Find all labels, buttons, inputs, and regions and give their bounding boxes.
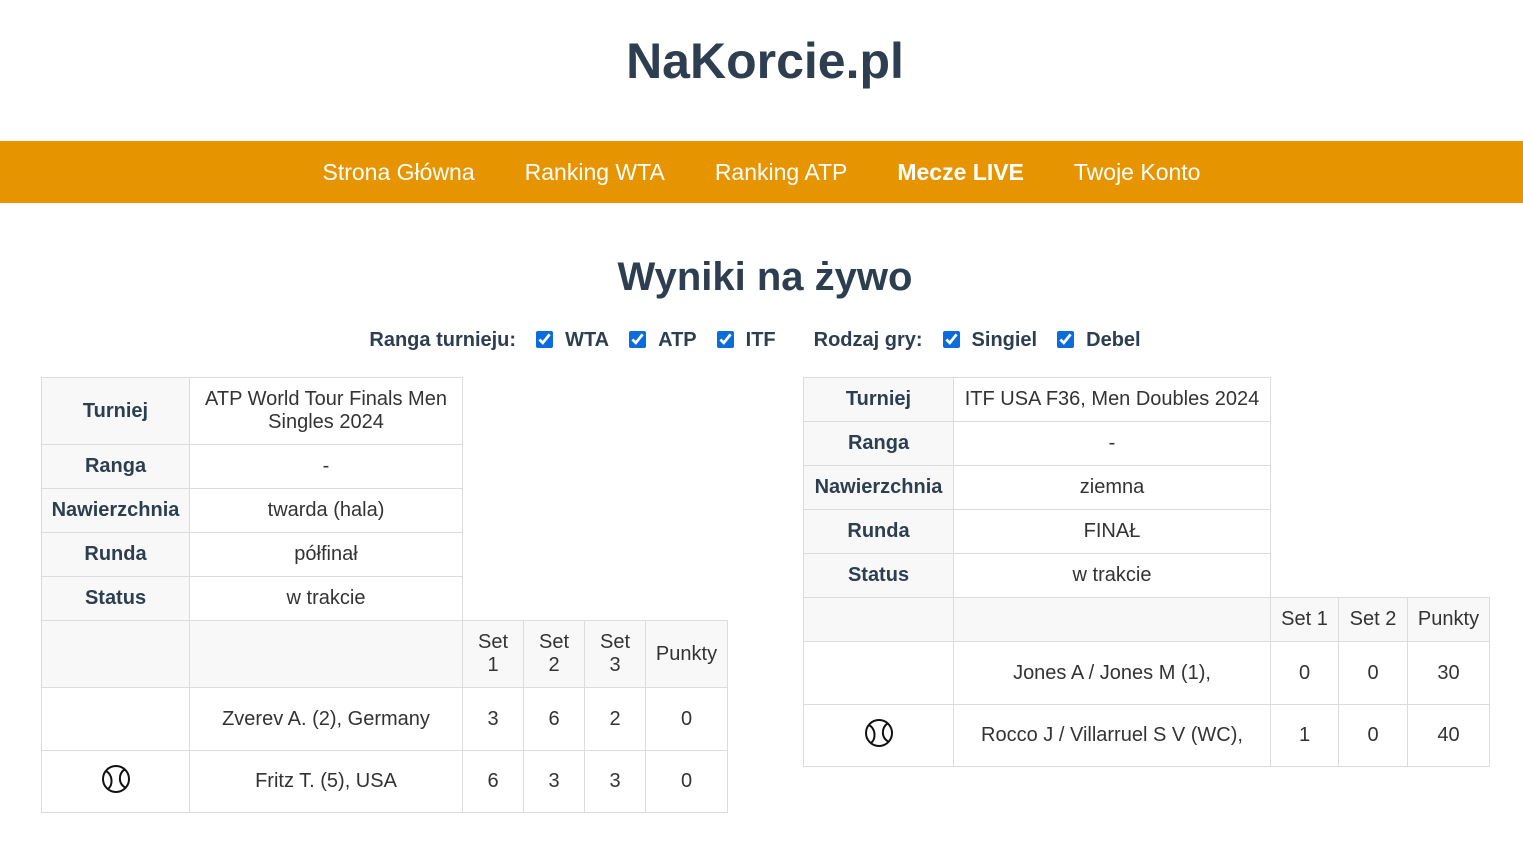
filter-itf-checkbox[interactable] bbox=[716, 330, 734, 348]
tennis-ball-icon bbox=[864, 718, 894, 754]
rank-label: Ranga bbox=[803, 421, 954, 466]
set-score: 3 bbox=[584, 750, 646, 813]
serve-column-header bbox=[803, 597, 954, 642]
filter-atp-checkbox[interactable] bbox=[629, 330, 647, 348]
filter-wta-checkbox[interactable] bbox=[536, 330, 554, 348]
nav-ranking-atp[interactable]: Ranking ATP bbox=[715, 159, 848, 186]
set-score: 0 bbox=[1270, 641, 1339, 705]
set2-header: Set 2 bbox=[523, 620, 585, 688]
filter-doubles-label: Debel bbox=[1086, 328, 1141, 351]
nav-live-matches[interactable]: Mecze LIVE bbox=[897, 159, 1024, 186]
main-nav: Strona Główna Ranking WTA Ranking ATP Me… bbox=[0, 141, 1523, 203]
points-score: 30 bbox=[1407, 641, 1490, 705]
filter-atp-label: ATP bbox=[658, 328, 697, 351]
match-card: Turniej ATP World Tour Finals Men Single… bbox=[41, 377, 728, 813]
status-value: w trakcie bbox=[953, 553, 1271, 598]
site-title[interactable]: NaKorcie.pl bbox=[0, 30, 1523, 92]
player-name: Fritz T. (5), USA bbox=[189, 750, 463, 813]
points-header: Punkty bbox=[1407, 597, 1490, 642]
serve-indicator-cell bbox=[41, 687, 190, 751]
filter-wta[interactable]: WTA bbox=[536, 329, 609, 352]
surface-value: ziemna bbox=[953, 465, 1271, 510]
player-column-header bbox=[189, 620, 463, 688]
filter-singles-checkbox[interactable] bbox=[942, 330, 960, 348]
set1-header: Set 1 bbox=[462, 620, 524, 688]
game-type-filter-label: Rodzaj gry: bbox=[813, 328, 923, 351]
round-label: Runda bbox=[803, 509, 954, 554]
set1-header: Set 1 bbox=[1270, 597, 1339, 642]
tournament-label: Turniej bbox=[803, 377, 954, 422]
filter-singles[interactable]: Singiel bbox=[942, 328, 1038, 352]
player-name: Rocco J / Villarruel S V (WC), bbox=[953, 704, 1271, 767]
filters-bar: Ranga turnieju: WTA ATP ITF Rodzaj gry: … bbox=[0, 326, 1523, 354]
set-score: 6 bbox=[523, 687, 585, 751]
filter-doubles[interactable]: Debel bbox=[1057, 328, 1141, 352]
nav-ranking-wta[interactable]: Ranking WTA bbox=[525, 159, 665, 186]
set3-header: Set 3 bbox=[584, 620, 646, 688]
set-score: 3 bbox=[462, 687, 524, 751]
filter-itf[interactable]: ITF bbox=[716, 328, 776, 352]
filter-singles-label: Singiel bbox=[971, 328, 1038, 351]
page-heading: Wyniki na żywo bbox=[617, 255, 913, 299]
tennis-ball-icon bbox=[101, 764, 131, 800]
player-name: Zverev A. (2), Germany bbox=[189, 687, 463, 751]
points-score: 0 bbox=[645, 687, 728, 751]
set-score: 6 bbox=[462, 750, 524, 813]
tournament-value: ATP World Tour Finals Men Singles 2024 bbox=[189, 377, 463, 445]
set2-header: Set 2 bbox=[1338, 597, 1408, 642]
filter-itf-label: ITF bbox=[745, 328, 776, 351]
rank-label: Ranga bbox=[41, 444, 190, 489]
tournament-filter-label: Ranga turnieju: bbox=[369, 328, 517, 351]
match-card: Turniej ITF USA F36, Men Doubles 2024 Ra… bbox=[803, 377, 1490, 767]
serve-indicator-cell bbox=[803, 704, 954, 767]
filter-doubles-checkbox[interactable] bbox=[1057, 330, 1075, 348]
surface-label: Nawierzchnia bbox=[803, 465, 954, 510]
player-column-header bbox=[953, 597, 1271, 642]
set-score: 0 bbox=[1338, 704, 1408, 767]
points-score: 0 bbox=[645, 750, 728, 813]
filter-wta-label: WTA bbox=[565, 328, 610, 351]
serve-indicator-cell bbox=[803, 641, 954, 705]
round-value: FINAŁ bbox=[953, 509, 1271, 554]
nav-account[interactable]: Twoje Konto bbox=[1074, 159, 1201, 186]
tournament-value: ITF USA F36, Men Doubles 2024 bbox=[953, 377, 1271, 422]
rank-value: - bbox=[953, 421, 1271, 466]
serve-column-header bbox=[41, 620, 190, 688]
set-score: 2 bbox=[584, 687, 646, 751]
status-label: Status bbox=[41, 576, 190, 621]
nav-home[interactable]: Strona Główna bbox=[323, 159, 475, 186]
surface-label: Nawierzchnia bbox=[41, 488, 190, 533]
round-label: Runda bbox=[41, 532, 190, 577]
points-score: 40 bbox=[1407, 704, 1490, 767]
rank-value: - bbox=[189, 444, 463, 489]
set-score: 3 bbox=[523, 750, 585, 813]
round-value: półfinał bbox=[189, 532, 463, 577]
serve-indicator-cell bbox=[41, 750, 190, 813]
points-header: Punkty bbox=[645, 620, 728, 688]
set-score: 1 bbox=[1270, 704, 1339, 767]
filter-atp[interactable]: ATP bbox=[629, 329, 697, 352]
surface-value: twarda (hala) bbox=[189, 488, 463, 533]
set-score: 0 bbox=[1338, 641, 1408, 705]
player-name: Jones A / Jones M (1), bbox=[953, 641, 1271, 705]
tournament-label: Turniej bbox=[41, 377, 190, 445]
status-value: w trakcie bbox=[189, 576, 463, 621]
status-label: Status bbox=[803, 553, 954, 598]
